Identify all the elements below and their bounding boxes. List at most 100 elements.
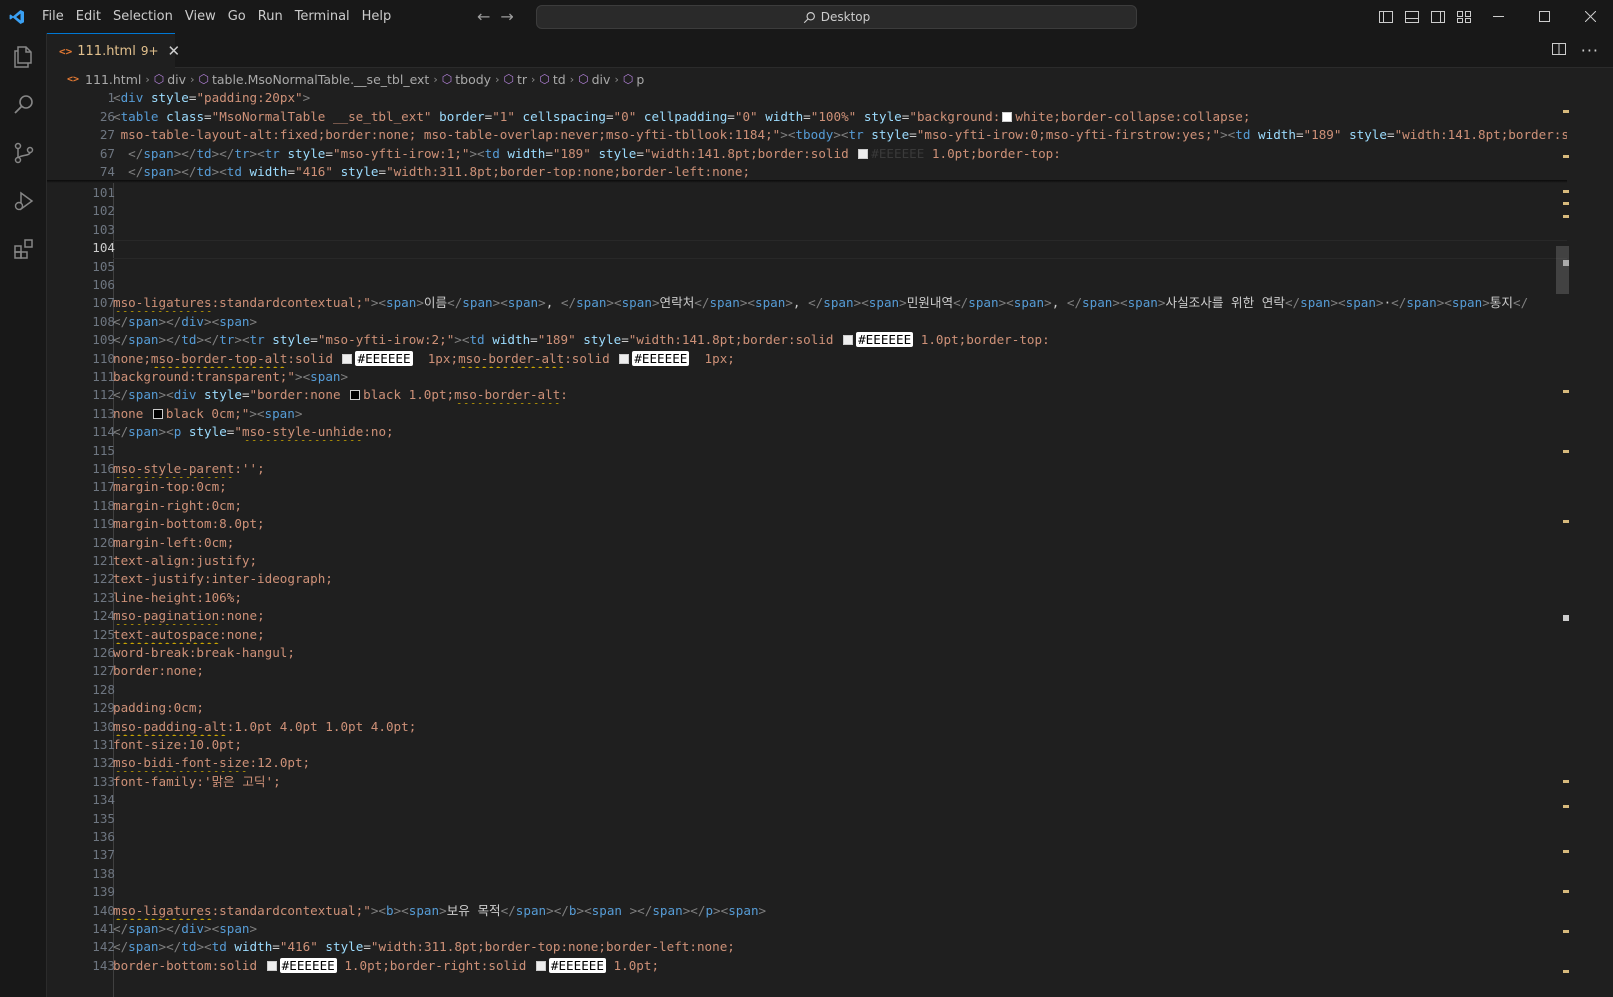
code-line[interactable]: 110 none;mso-border-top-alt:solid #EEEEEE… (47, 349, 1567, 368)
code-line[interactable]: 114 </span><p style="mso-style-unhide:no; (47, 422, 1567, 441)
line-number: 108 (92, 313, 115, 329)
code-line[interactable]: 109 </span></td></tr><tr style="mso-yfti-… (47, 330, 1567, 349)
breadcrumb-item[interactable]: ⬡ p (623, 72, 644, 87)
menu-selection[interactable]: Selection (107, 0, 179, 33)
menu-help[interactable]: Help (356, 0, 398, 33)
chevron-right-icon: › (531, 72, 536, 86)
code-line[interactable]: 122 text-justify:inter-ideograph; (47, 569, 1567, 588)
maximize-button[interactable] (1521, 0, 1567, 33)
line-content: </span></td></tr><tr style="mso-yfti-iro… (113, 332, 1050, 348)
menu-run[interactable]: Run (252, 0, 289, 33)
menu-go[interactable]: Go (222, 0, 252, 33)
explorer-icon[interactable] (0, 33, 47, 81)
code-line[interactable]: 131 font-size:10.0pt; (47, 735, 1567, 754)
menu-edit[interactable]: Edit (70, 0, 107, 33)
code-line[interactable]: 127 border:none; (47, 661, 1567, 680)
line-number: 106 (92, 277, 115, 292)
symbol-element-icon: ⬡ (441, 72, 453, 86)
code-line[interactable]: 135 (47, 809, 1567, 828)
toggle-primary-sidebar-icon[interactable] (1377, 8, 1395, 26)
code-line[interactable]: 139 (47, 882, 1567, 901)
code-line[interactable]: 125 text-autospace:none; (47, 625, 1567, 644)
breadcrumb-item[interactable]: ⬡ tr (503, 72, 527, 87)
code-line[interactable]: 143 border-bottom:solid #EEEEEE 1.0pt;bor… (47, 956, 1567, 975)
menu-terminal[interactable]: Terminal (289, 0, 356, 33)
code-editor[interactable]: 1 <div style="padding:20px"> 26 <table clas… (47, 90, 1613, 997)
tab-close-icon[interactable]: ✕ (168, 42, 181, 60)
code-line[interactable]: 1 <div style="padding:20px"> (47, 90, 1567, 107)
split-editor-icon[interactable] (1551, 41, 1567, 61)
code-line[interactable]: 130 mso-padding-alt:1.0pt 4.0pt 1.0pt 4.0… (47, 717, 1567, 736)
breadcrumb-item[interactable]: ⬡ div (578, 72, 610, 87)
command-center-search[interactable]: Desktop (536, 5, 1137, 29)
back-arrow-icon[interactable]: ← (477, 7, 490, 26)
code-line[interactable]: 121 text-align:justify; (47, 551, 1567, 570)
code-line[interactable]: 106 (47, 275, 1567, 294)
code-line[interactable]: 134 (47, 790, 1567, 809)
code-line[interactable]: 140 mso-ligatures:standardcontextual;"><b… (47, 901, 1567, 920)
code-line[interactable]: 101 (47, 183, 1567, 202)
overview-ruler[interactable] (1555, 90, 1569, 997)
code-line[interactable]: 124 mso-pagination:none; (47, 606, 1567, 625)
code-line[interactable]: 129 padding:0cm; (47, 698, 1567, 717)
more-actions-icon[interactable]: ··· (1581, 41, 1599, 60)
code-line[interactable]: 107 mso-ligatures:standardcontextual;"><s… (47, 293, 1567, 312)
tab-111-html[interactable]: <> 111.html 9+ ✕ (47, 33, 180, 68)
code-line[interactable]: 105 (47, 257, 1567, 276)
code-line[interactable]: 67 </span></td></tr><tr style="mso-yfti-… (47, 144, 1567, 163)
code-line[interactable]: 26 <table class="MsoNormalTable __se_tbl_… (47, 107, 1567, 126)
forward-arrow-icon[interactable]: → (500, 7, 513, 26)
code-line[interactable]: 128 (47, 680, 1567, 699)
code-line[interactable]: 102 (47, 201, 1567, 220)
line-number: 105 (92, 258, 115, 274)
code-line[interactable]: 136 (47, 827, 1567, 846)
code-line[interactable]: 112 </span><div style="border:none black … (47, 385, 1567, 404)
code-line[interactable]: 118 margin-right:0cm; (47, 496, 1567, 515)
code-line[interactable]: 142 </span></td><td width="416" style="wi… (47, 937, 1567, 956)
minimize-button[interactable] (1475, 0, 1521, 33)
code-line[interactable]: 104 (47, 238, 1567, 257)
customize-layout-icon[interactable] (1455, 8, 1473, 26)
code-line[interactable]: 132 mso-bidi-font-size:12.0pt; (47, 753, 1567, 772)
run-debug-icon[interactable] (0, 177, 47, 225)
close-window-button[interactable] (1567, 0, 1613, 33)
line-content: border-bottom:solid #EEEEEE 1.0pt;border… (113, 957, 660, 973)
code-line[interactable]: 117 margin-top:0cm; (47, 477, 1567, 496)
code-line[interactable]: 123 line-height:106%; (47, 588, 1567, 607)
breadcrumb-item[interactable]: <> 111.html (67, 72, 141, 87)
menu-view[interactable]: View (179, 0, 222, 33)
code-line[interactable]: 111 background:transparent;"><span> (47, 367, 1567, 386)
code-line[interactable]: 27 mso-table-layout-alt:fixed;border:non… (47, 125, 1567, 144)
code-line[interactable]: 74 </span></td><td width="416" style="wi… (47, 162, 1567, 181)
toggle-secondary-sidebar-icon[interactable] (1429, 8, 1447, 26)
scrollbar-thumb[interactable] (1556, 246, 1569, 294)
code-line[interactable]: 108 </span></div><span> (47, 312, 1567, 331)
activity-bar (0, 33, 47, 997)
code-line[interactable]: 137 (47, 845, 1567, 864)
code-line[interactable]: 115 (47, 441, 1567, 460)
code-line[interactable]: 133 font-family:'맑은 고딕'; (47, 772, 1567, 791)
code-line[interactable]: 126 word-break:break-hangul; (47, 643, 1567, 662)
code-line[interactable]: 113 none black 0cm;"><span> (47, 404, 1567, 423)
breadcrumb-item[interactable]: ⬡ div (154, 72, 186, 87)
code-line[interactable]: 141 </span></div><span> (47, 919, 1567, 938)
code-line[interactable]: 138 (47, 864, 1567, 883)
extensions-icon[interactable] (0, 225, 47, 273)
breadcrumb-item[interactable]: ⬡ tbody (442, 72, 491, 87)
menu-file[interactable]: File (36, 0, 70, 33)
line-number: 121 (92, 553, 115, 568)
breadcrumb-item[interactable]: ⬡ td (539, 72, 565, 87)
breadcrumb-item[interactable]: ⬡ table.MsoNormalTable.__se_tbl_ext (198, 72, 429, 87)
source-control-icon[interactable] (0, 129, 47, 177)
code-line[interactable]: 119 margin-bottom:8.0pt; (47, 514, 1567, 533)
window-controls (1475, 0, 1613, 33)
toggle-panel-icon[interactable] (1403, 8, 1421, 26)
code-line[interactable]: 103 (47, 220, 1567, 239)
symbol-element-icon: ⬡ (503, 72, 514, 86)
code-line[interactable]: 116 mso-style-parent:''; (47, 459, 1567, 478)
line-content: margin-bottom:8.0pt; (113, 516, 265, 532)
breadcrumb-label: p (636, 71, 645, 87)
search-view-icon[interactable] (0, 81, 47, 129)
line-content: none black 0cm;"><span> (113, 405, 303, 421)
code-line[interactable]: 120 margin-left:0cm; (47, 533, 1567, 552)
